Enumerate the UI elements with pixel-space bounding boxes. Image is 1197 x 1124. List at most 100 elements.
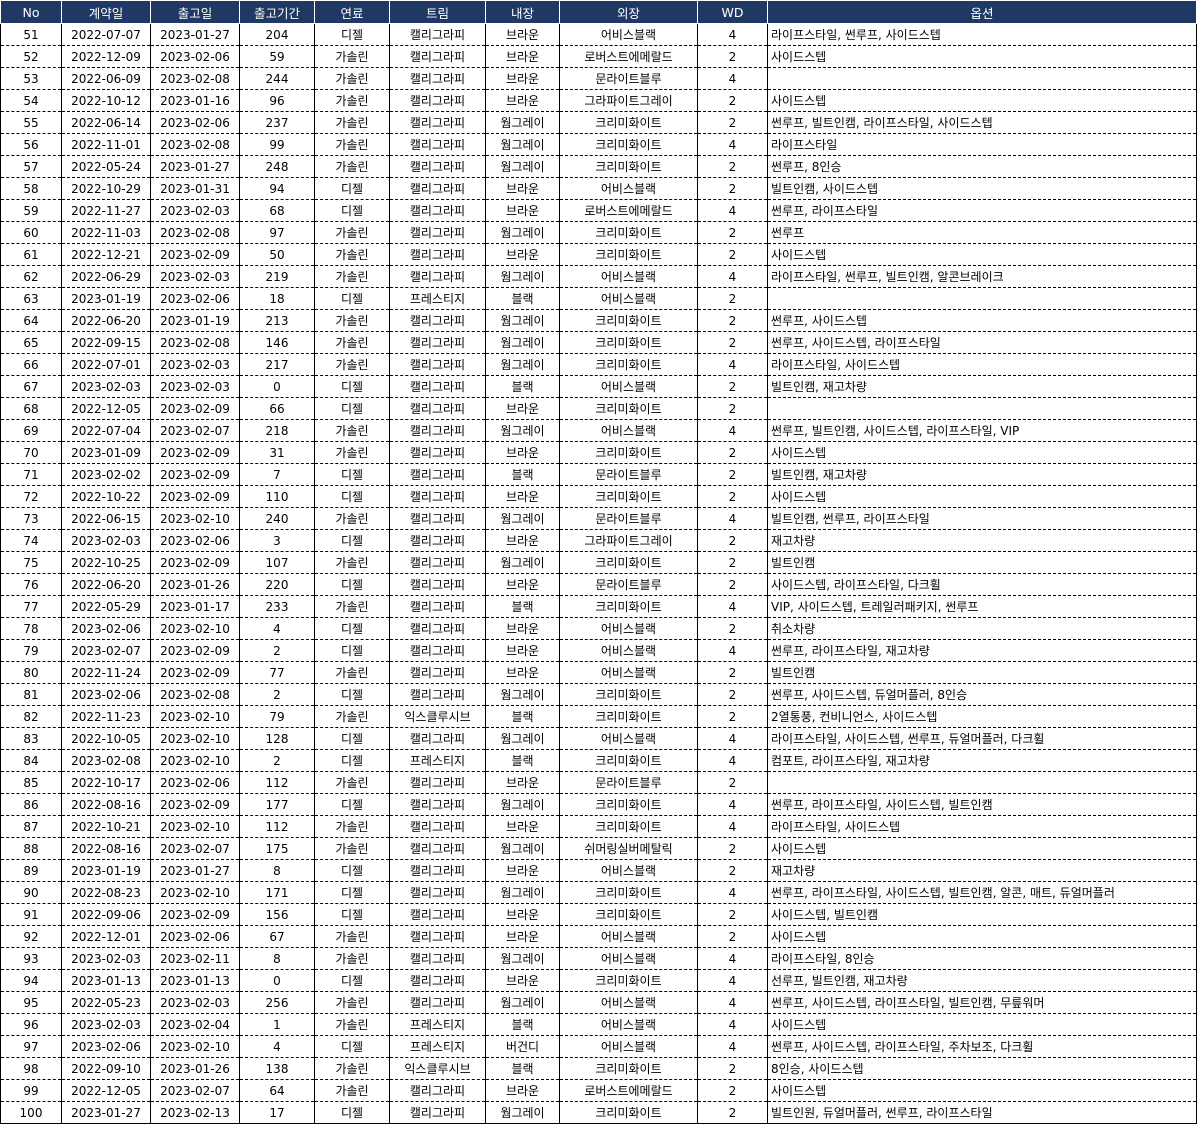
cell-fuel[interactable]: 가솔린 <box>314 331 390 354</box>
cell-exterior[interactable]: 어비스블랙 <box>559 617 698 640</box>
cell-delivery-period[interactable]: 107 <box>239 551 315 574</box>
cell-exterior[interactable]: 크리미화이트 <box>559 309 698 332</box>
cell-wd[interactable]: 4 <box>697 419 768 442</box>
cell-delivery-date[interactable]: 2023-01-19 <box>150 309 240 332</box>
cell-no[interactable]: 87 <box>0 815 62 838</box>
cell-trim[interactable]: 캘리그라피 <box>389 221 486 244</box>
cell-no[interactable]: 92 <box>0 925 62 948</box>
cell-fuel[interactable]: 가솔린 <box>314 155 390 178</box>
cell-no[interactable]: 73 <box>0 507 62 530</box>
cell-wd[interactable]: 4 <box>697 1035 768 1058</box>
cell-exterior[interactable]: 크리미화이트 <box>559 441 698 464</box>
cell-exterior[interactable]: 크리미화이트 <box>559 133 698 156</box>
cell-trim[interactable]: 캘리그라피 <box>389 925 486 948</box>
cell-interior[interactable]: 브라운 <box>485 617 560 640</box>
cell-delivery-period[interactable]: 204 <box>239 23 315 46</box>
cell-interior[interactable]: 브라운 <box>485 67 560 90</box>
cell-delivery-period[interactable]: 138 <box>239 1057 315 1080</box>
cell-contract-date[interactable]: 2022-10-21 <box>61 815 151 838</box>
cell-contract-date[interactable]: 2023-02-03 <box>61 1013 151 1036</box>
cell-options[interactable]: 썬루프, 라이프스타일 <box>767 199 1197 222</box>
cell-options[interactable]: 썬루프, 사이드스텝, 라이프스타일 <box>767 331 1197 354</box>
cell-delivery-date[interactable]: 2023-01-31 <box>150 177 240 200</box>
cell-options[interactable]: 썬루프, 라이프스타일, 사이드스텝, 빌트인캠 <box>767 793 1197 816</box>
cell-interior[interactable]: 웜그레이 <box>485 947 560 970</box>
cell-contract-date[interactable]: 2022-11-24 <box>61 661 151 684</box>
cell-wd[interactable]: 2 <box>697 89 768 112</box>
cell-trim[interactable]: 캘리그라피 <box>389 617 486 640</box>
cell-options[interactable]: 라이프스타일, 사이드스텝, 썬루프, 듀얼머플러, 다크휠 <box>767 727 1197 750</box>
cell-options[interactable]: 썬루프, 사이드스텝 <box>767 309 1197 332</box>
cell-fuel[interactable]: 가솔린 <box>314 221 390 244</box>
cell-wd[interactable]: 4 <box>697 749 768 772</box>
cell-delivery-date[interactable]: 2023-02-09 <box>150 551 240 574</box>
cell-exterior[interactable]: 크리미화이트 <box>559 1101 698 1124</box>
cell-no[interactable]: 65 <box>0 331 62 354</box>
cell-interior[interactable]: 웜그레이 <box>485 507 560 530</box>
cell-interior[interactable]: 브라운 <box>485 177 560 200</box>
cell-exterior[interactable]: 크리미화이트 <box>559 155 698 178</box>
cell-fuel[interactable]: 디젤 <box>314 463 390 486</box>
cell-interior[interactable]: 웜그레이 <box>485 837 560 860</box>
cell-trim[interactable]: 캘리그라피 <box>389 771 486 794</box>
cell-delivery-date[interactable]: 2023-02-06 <box>150 529 240 552</box>
cell-exterior[interactable]: 크리미화이트 <box>559 903 698 926</box>
cell-exterior[interactable]: 로버스트에메랄드 <box>559 199 698 222</box>
cell-exterior[interactable]: 문라이트블루 <box>559 507 698 530</box>
cell-options[interactable]: 컴포트, 라이프스타일, 재고차량 <box>767 749 1197 772</box>
cell-wd[interactable]: 2 <box>697 661 768 684</box>
cell-no[interactable]: 79 <box>0 639 62 662</box>
cell-fuel[interactable]: 가솔린 <box>314 309 390 332</box>
cell-wd[interactable]: 2 <box>697 573 768 596</box>
cell-delivery-period[interactable]: 237 <box>239 111 315 134</box>
cell-trim[interactable]: 캘리그라피 <box>389 903 486 926</box>
cell-wd[interactable]: 2 <box>697 463 768 486</box>
col-header-interior[interactable]: 내장 <box>485 0 560 24</box>
cell-delivery-date[interactable]: 2023-02-10 <box>150 705 240 728</box>
cell-interior[interactable]: 웜그레이 <box>485 1101 560 1124</box>
cell-options[interactable]: 사이드스텝 <box>767 1079 1197 1102</box>
cell-interior[interactable]: 블랙 <box>485 595 560 618</box>
cell-exterior[interactable]: 크리미화이트 <box>559 331 698 354</box>
cell-exterior[interactable]: 어비스블랙 <box>559 375 698 398</box>
cell-options[interactable]: 빌트인캠 <box>767 661 1197 684</box>
cell-exterior[interactable]: 어비스블랙 <box>559 177 698 200</box>
cell-no[interactable]: 77 <box>0 595 62 618</box>
cell-options[interactable]: 썬루프 <box>767 221 1197 244</box>
cell-interior[interactable]: 웜그레이 <box>485 331 560 354</box>
cell-interior[interactable]: 블랙 <box>485 287 560 310</box>
cell-delivery-date[interactable]: 2023-02-09 <box>150 243 240 266</box>
cell-trim[interactable]: 프레스티지 <box>389 749 486 772</box>
cell-fuel[interactable]: 디젤 <box>314 903 390 926</box>
cell-trim[interactable]: 캘리그라피 <box>389 969 486 992</box>
cell-delivery-period[interactable]: 2 <box>239 639 315 662</box>
cell-fuel[interactable]: 가솔린 <box>314 507 390 530</box>
cell-contract-date[interactable]: 2022-08-16 <box>61 793 151 816</box>
cell-no[interactable]: 90 <box>0 881 62 904</box>
cell-wd[interactable]: 2 <box>697 309 768 332</box>
cell-wd[interactable]: 2 <box>697 1079 768 1102</box>
cell-trim[interactable]: 캘리그라피 <box>389 331 486 354</box>
cell-delivery-date[interactable]: 2023-02-06 <box>150 925 240 948</box>
cell-interior[interactable]: 웜그레이 <box>485 881 560 904</box>
cell-fuel[interactable]: 가솔린 <box>314 111 390 134</box>
cell-delivery-period[interactable]: 244 <box>239 67 315 90</box>
cell-trim[interactable]: 캘리그라피 <box>389 661 486 684</box>
cell-delivery-period[interactable]: 68 <box>239 199 315 222</box>
cell-wd[interactable]: 4 <box>697 1013 768 1036</box>
cell-contract-date[interactable]: 2022-11-01 <box>61 133 151 156</box>
cell-wd[interactable]: 4 <box>697 969 768 992</box>
cell-interior[interactable]: 웜그레이 <box>485 991 560 1014</box>
cell-trim[interactable]: 캘리그라피 <box>389 529 486 552</box>
cell-interior[interactable]: 브라운 <box>485 859 560 882</box>
cell-no[interactable]: 61 <box>0 243 62 266</box>
cell-delivery-period[interactable]: 8 <box>239 859 315 882</box>
cell-contract-date[interactable]: 2022-10-29 <box>61 177 151 200</box>
cell-delivery-date[interactable]: 2023-02-04 <box>150 1013 240 1036</box>
cell-wd[interactable]: 2 <box>697 683 768 706</box>
cell-fuel[interactable]: 가솔린 <box>314 771 390 794</box>
cell-no[interactable]: 80 <box>0 661 62 684</box>
cell-interior[interactable]: 브라운 <box>485 969 560 992</box>
cell-interior[interactable]: 블랙 <box>485 749 560 772</box>
cell-exterior[interactable]: 그라파이트그레이 <box>559 89 698 112</box>
